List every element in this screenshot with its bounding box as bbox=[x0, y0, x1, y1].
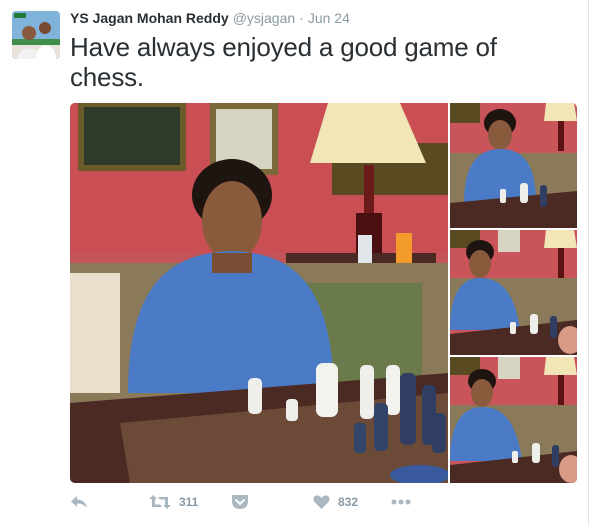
thumbnail-photo-1[interactable] bbox=[450, 103, 577, 228]
tweet-text: Have always enjoyed a good game of chess… bbox=[70, 32, 497, 92]
thumbnail-photo-2[interactable] bbox=[450, 230, 577, 355]
retweet-icon bbox=[149, 495, 171, 509]
reply-button[interactable] bbox=[70, 492, 88, 512]
author-handle[interactable]: @ysjagan bbox=[233, 10, 295, 26]
pocket-button[interactable] bbox=[231, 492, 249, 512]
pocket-icon bbox=[232, 495, 248, 509]
thumbnail-photo-3[interactable] bbox=[450, 357, 577, 483]
media-grid bbox=[70, 103, 577, 483]
author-name[interactable]: YS Jagan Mohan Reddy bbox=[70, 10, 229, 26]
like-button[interactable]: 832 bbox=[313, 492, 358, 512]
like-count: 832 bbox=[338, 495, 359, 509]
retweet-count: 311 bbox=[179, 495, 199, 509]
avatar[interactable] bbox=[12, 11, 60, 59]
action-bar: 311 832 bbox=[70, 492, 470, 512]
more-button[interactable] bbox=[391, 492, 411, 512]
tweet-header: YS Jagan Mohan Reddy @ysjagan · Jun 24 bbox=[70, 10, 350, 26]
more-dots-icon bbox=[391, 499, 411, 505]
heart-icon bbox=[313, 495, 330, 509]
retweet-button[interactable]: 311 bbox=[149, 492, 198, 512]
tweet-date[interactable]: Jun 24 bbox=[308, 10, 350, 26]
tweet-card: YS Jagan Mohan Reddy @ysjagan · Jun 24 Have… bbox=[0, 0, 589, 526]
avatar-image bbox=[12, 11, 60, 59]
main-photo[interactable] bbox=[70, 103, 448, 483]
reply-icon bbox=[71, 496, 87, 508]
header-separator: · bbox=[299, 10, 304, 26]
